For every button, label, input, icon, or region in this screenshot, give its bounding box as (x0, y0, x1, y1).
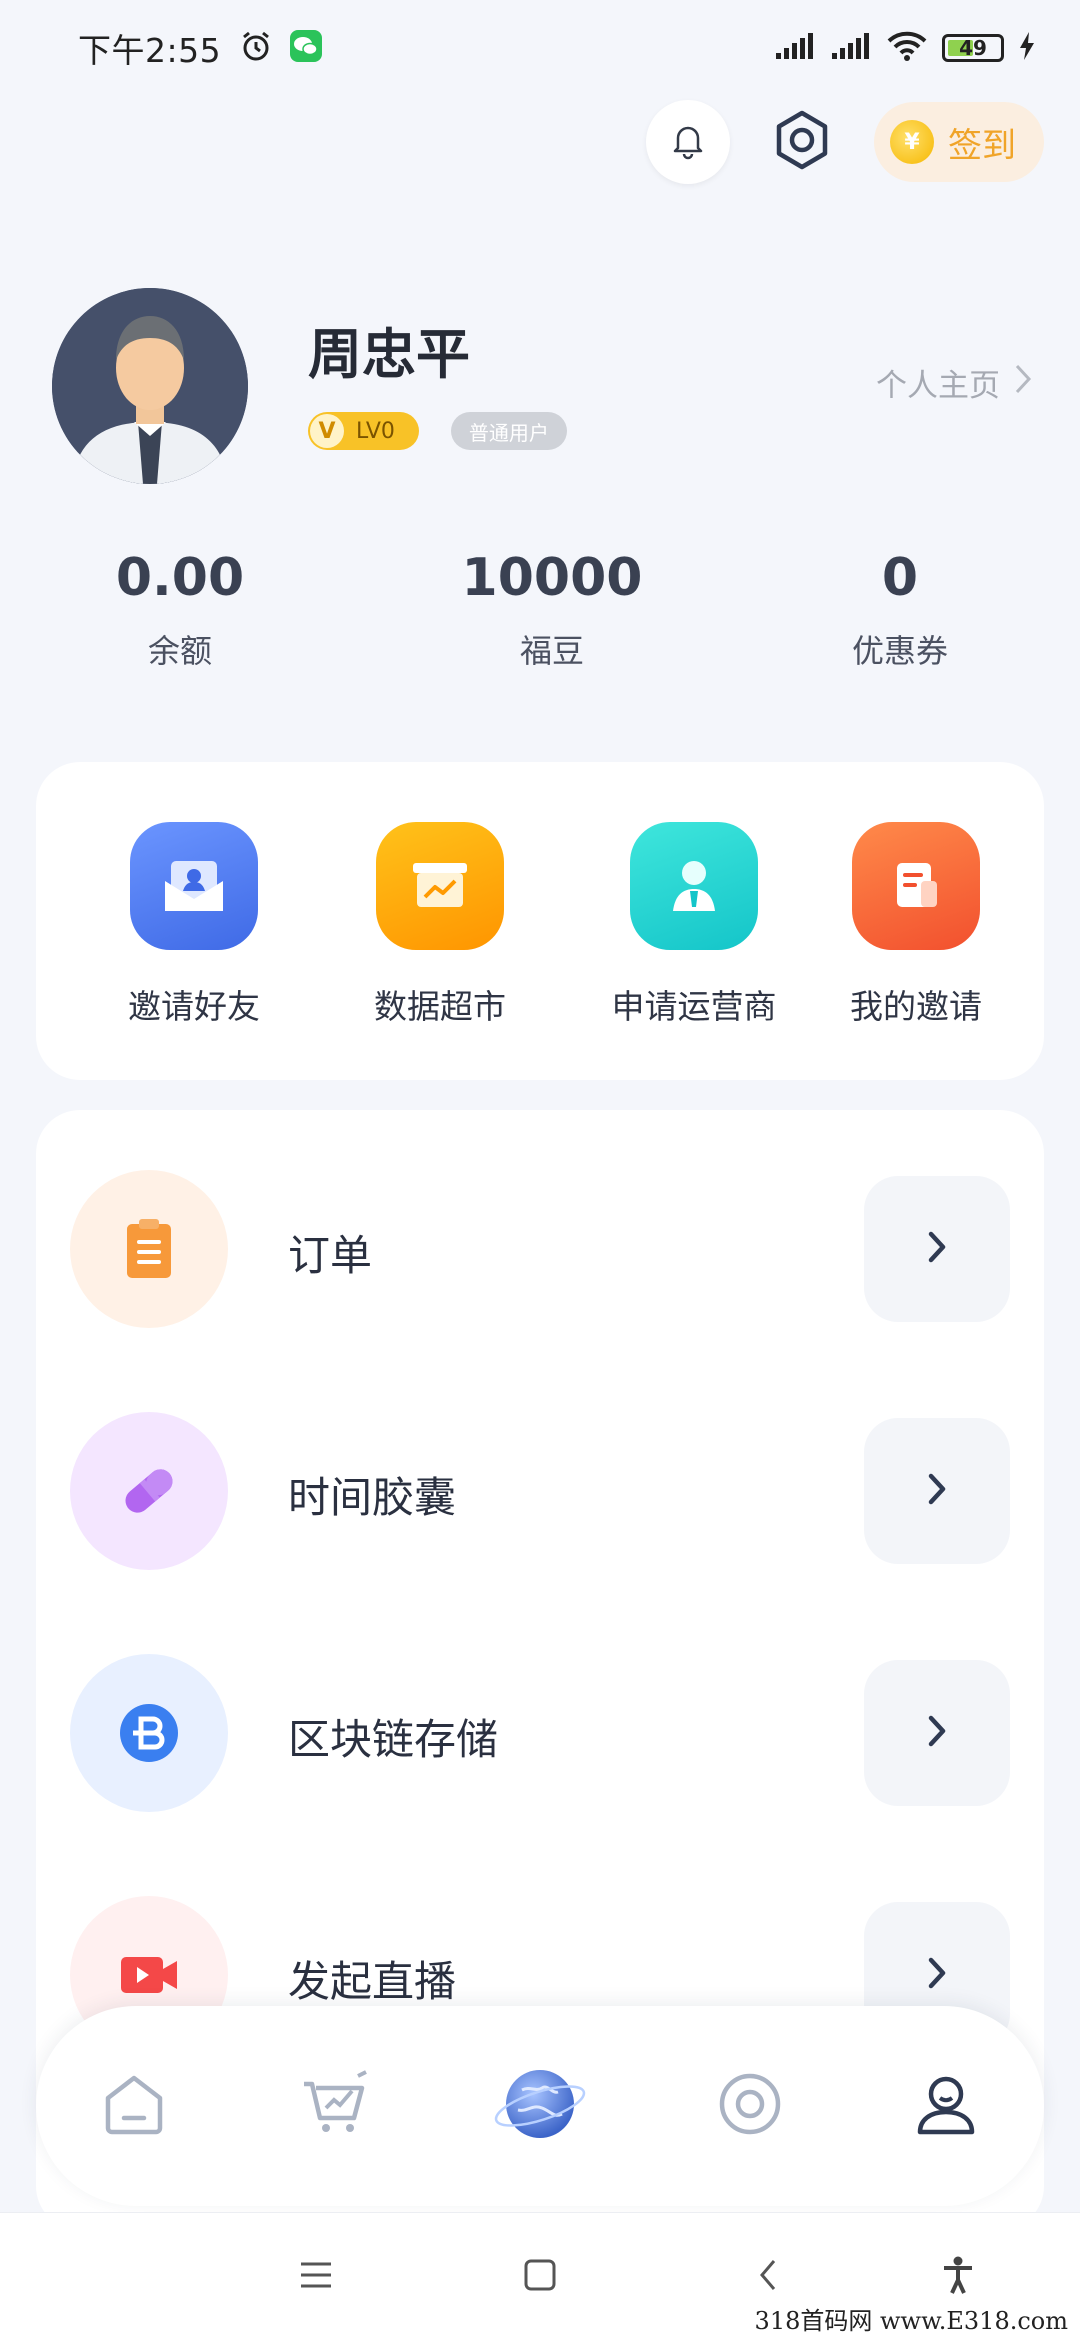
quick-actions-card: 邀请好友 数据超市 申请运营商 我的邀请 (36, 762, 1044, 1080)
tab-home[interactable] (82, 2054, 186, 2158)
stat-coupons[interactable]: 0 优惠券 (750, 548, 1050, 672)
tab-circle[interactable] (698, 2054, 802, 2158)
stat-value: 10000 (461, 548, 643, 608)
role-badge: 普通用户 (450, 412, 567, 450)
bottom-tab-bar (36, 2006, 1044, 2206)
stats-row: 0.00 余额 10000 福豆 0 优惠券 (0, 548, 1080, 698)
quick-action-invite-friends[interactable]: 邀请好友 (84, 822, 304, 1028)
menu-arrow-button[interactable] (864, 1418, 1010, 1564)
notifications-button[interactable] (646, 100, 730, 184)
invite-envelope-icon (130, 822, 258, 950)
stat-label: 福豆 (519, 632, 584, 670)
header-actions: ¥ 签到 (646, 100, 1044, 184)
back-button[interactable] (740, 2249, 796, 2305)
menu-arrow-button[interactable] (864, 1176, 1010, 1322)
level-badge: V LV0 (308, 412, 419, 450)
avatar[interactable] (52, 288, 248, 484)
homepage-label: 个人主页 (876, 368, 1000, 404)
stat-label: 余额 (147, 632, 212, 670)
user-name: 周忠平 (308, 323, 470, 386)
quick-action-label: 数据超市 (374, 987, 506, 1026)
stat-value: 0.00 (115, 548, 245, 608)
status-bar: 下午2:55 49 (0, 0, 1080, 96)
menu-item-label: 发起直播 (288, 1957, 457, 2006)
vip-v-icon: V (310, 414, 344, 448)
menu-lines-icon (298, 2260, 334, 2294)
menu-item-blockchain-storage[interactable]: 区块链存储 (36, 1624, 1044, 1812)
quick-action-label: 邀请好友 (128, 987, 260, 1026)
chevron-right-icon (927, 1472, 947, 1510)
signal-icon-2 (830, 31, 872, 65)
menu-item-label: 时间胶囊 (288, 1473, 457, 1522)
chevron-left-icon (758, 2258, 778, 2296)
gear-icon (771, 109, 833, 175)
menu-item-time-capsule[interactable]: 时间胶囊 (36, 1382, 1044, 1570)
battery-level: 49 (959, 36, 987, 60)
recents-button[interactable] (288, 2249, 344, 2305)
globe-icon (492, 2056, 588, 2156)
signin-label: 签到 (948, 125, 1016, 166)
menu-item-orders[interactable]: 订单 (36, 1140, 1044, 1328)
profile-section: 周忠平 V LV0 普通用户 个人主页 (52, 288, 1032, 488)
coin-icon: ¥ (890, 120, 934, 164)
level-text: LV0 (356, 418, 395, 444)
wechat-notification-icon (289, 29, 323, 67)
chevron-right-icon (927, 1230, 947, 1268)
chevron-right-icon (927, 1956, 947, 1994)
status-time: 下午2:55 (78, 31, 222, 70)
home-nav-button[interactable] (512, 2249, 568, 2305)
menu-item-label: 订单 (288, 1231, 373, 1280)
personal-homepage-link[interactable]: 个人主页 (876, 360, 1032, 405)
quick-action-apply-operator[interactable]: 申请运营商 (584, 822, 804, 1028)
signal-icon (774, 31, 816, 65)
stat-fudou[interactable]: 10000 福豆 (402, 548, 702, 672)
blockchain-b-icon (70, 1654, 228, 1812)
tab-shop[interactable] (284, 2054, 388, 2158)
tab-discover[interactable] (488, 2054, 592, 2158)
watermark: 318首码网 www.E318.com (750, 2299, 1072, 2338)
tab-me[interactable] (894, 2054, 998, 2158)
quick-action-my-invites[interactable]: 我的邀请 (806, 822, 1026, 1028)
operator-person-icon (630, 822, 758, 950)
signin-button[interactable]: ¥ 签到 (874, 102, 1044, 182)
capsule-icon (70, 1412, 228, 1570)
accessibility-icon (938, 2255, 978, 2299)
quick-action-label: 申请运营商 (611, 987, 777, 1026)
accessibility-button[interactable] (930, 2249, 986, 2305)
square-icon (523, 2258, 557, 2296)
menu-arrow-button[interactable] (864, 1660, 1010, 1806)
clipboard-icon (70, 1170, 228, 1328)
data-market-icon (376, 822, 504, 950)
wifi-icon (886, 30, 928, 66)
alarm-icon (239, 29, 273, 67)
cart-chart-icon (298, 2066, 374, 2146)
quick-action-data-market[interactable]: 数据超市 (330, 822, 550, 1028)
chevron-right-icon (1014, 363, 1032, 403)
ring-icon (714, 2068, 786, 2144)
user-icon (910, 2068, 982, 2144)
battery-icon: 49 (942, 34, 1004, 62)
quick-action-label: 我的邀请 (850, 987, 982, 1026)
home-icon (98, 2068, 170, 2144)
bell-icon (668, 120, 708, 164)
chevron-right-icon (927, 1714, 947, 1752)
menu-item-label: 区块链存储 (288, 1715, 499, 1764)
stat-balance[interactable]: 0.00 余额 (30, 548, 330, 672)
stat-value: 0 (881, 548, 919, 608)
settings-button[interactable] (760, 100, 844, 184)
menu-item-start-live[interactable]: 发起直播 (36, 1866, 1044, 2054)
stat-label: 优惠券 (851, 632, 948, 670)
charging-icon (1018, 31, 1036, 65)
system-navigation-bar: 318首码网 www.E318.com (0, 2212, 1080, 2340)
my-invites-document-icon (852, 822, 980, 950)
